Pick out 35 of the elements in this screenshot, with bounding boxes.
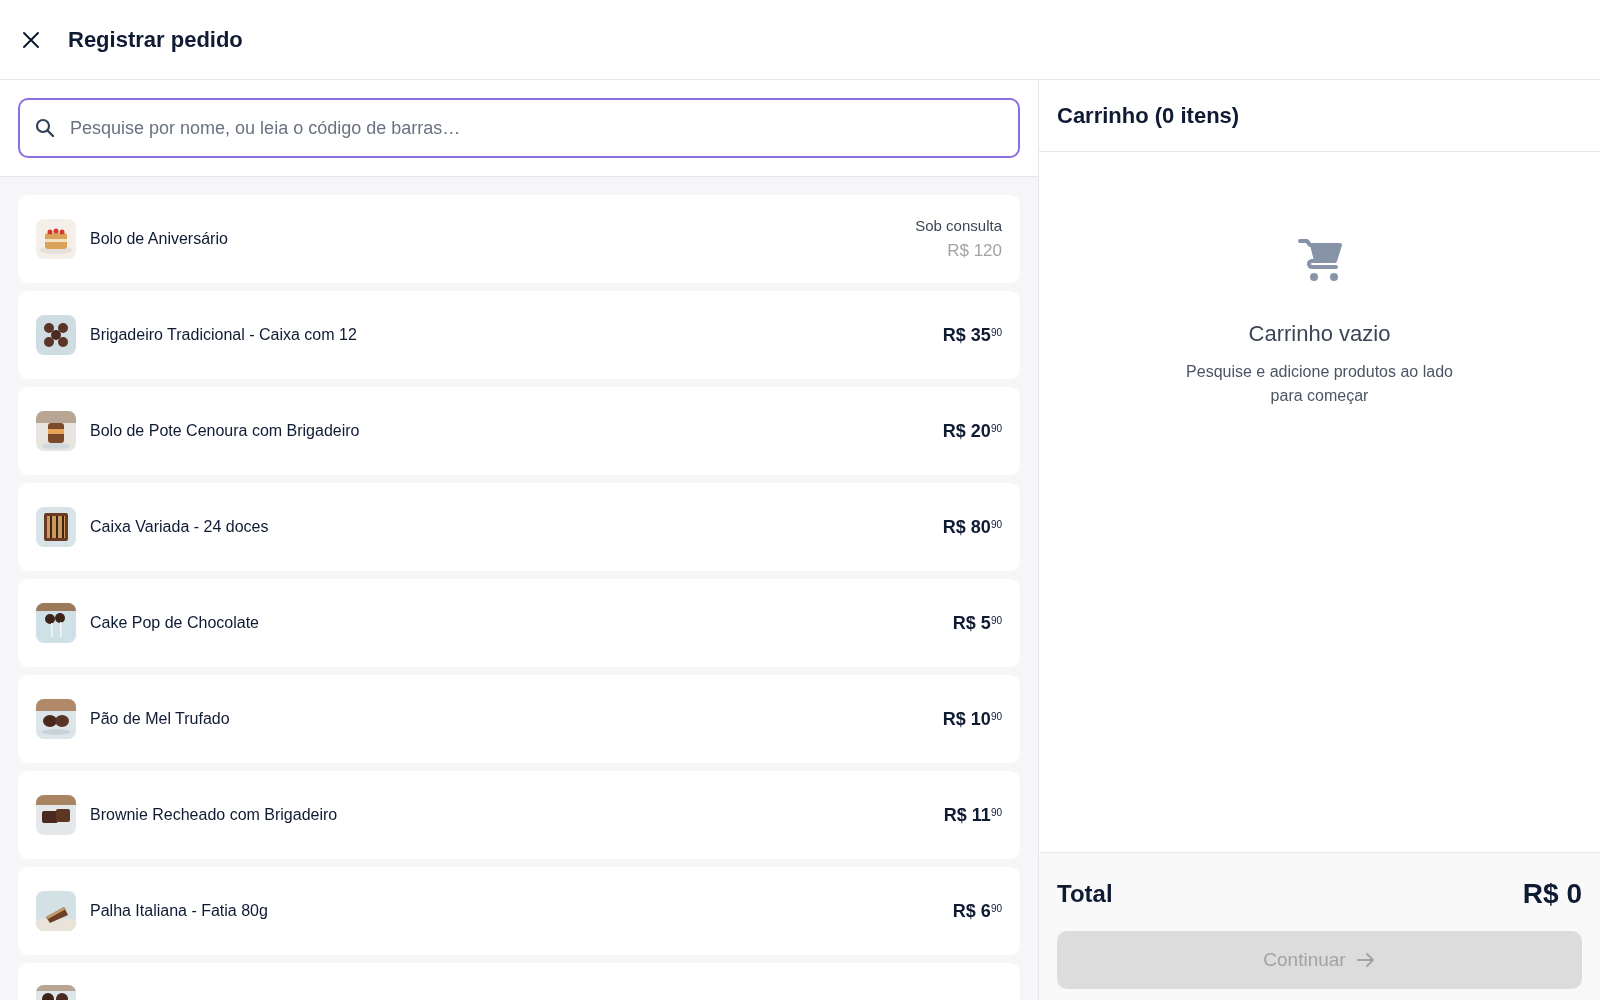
product-price: R$ 10$^{90}$ <box>942 707 1002 731</box>
product-row[interactable]: Brigadeiro Tradicional - Caixa com 12 R$ 35$^{90}$ <box>18 291 1020 379</box>
product-name: Brownie Recheado com Brigadeiro <box>90 805 339 825</box>
page-title: Registrar pedido <box>68 26 243 54</box>
empty-cart-text: Pesquise e adicione produtos ao lado para começar <box>1185 362 1454 406</box>
total-amount: R$ 0 <box>1522 877 1582 911</box>
product-row[interactable]: Brownie Recheado com Brigadeiro R$ 11$^{90}$ <box>18 771 1020 859</box>
product-row[interactable]: Palha Italiana - Fatia 80g R$ 6$^{90}$ <box>18 867 1020 955</box>
product-price: R$ 80$^{90}$ <box>942 515 1002 539</box>
product-row[interactable]: Pão de Mel Trufado R$ 10$^{90}$ <box>18 675 1020 763</box>
search-icon <box>34 117 56 139</box>
arrow-icon <box>1355 952 1376 968</box>
product-price: R$ 35$^{90}$ <box>942 323 1002 347</box>
product-name: Caixa Variada - 24 doces <box>90 517 270 537</box>
product-name: Bolo de Pote Cenoura com Brigadeiro <box>90 421 361 441</box>
product-price: R$ 20$^{90}$ <box>942 419 1002 443</box>
cart-icon <box>1297 237 1342 283</box>
product-row[interactable]: Caixa Variada - 24 doces R$ 80$^{90}$ <box>18 483 1020 571</box>
search-field[interactable]: Pesquise por nome, ou leia o código de barras… <box>18 98 1020 158</box>
product-row[interactable]: Bolo de Pote Cenoura com Brigadeiro R$ 20$^{90}$ <box>18 387 1020 475</box>
price-note: Sob consulta <box>915 216 1002 236</box>
product-name: Cake Pop de Chocolate <box>90 613 260 633</box>
product-name: Pão de Mel Trufado <box>90 709 231 729</box>
product-row[interactable]: Bolo de Aniversário Sob consulta R$ 120 <box>18 195 1020 283</box>
product-row[interactable]: Cake Pop de Chocolate R$ 5$^{90}$ <box>18 579 1020 667</box>
product-price: R$ 120 <box>947 239 1002 262</box>
total-label: Total <box>1057 879 1113 909</box>
product-price: R$ 6$^{90}$ <box>952 899 1002 923</box>
empty-cart-title: Carrinho vazio <box>1248 320 1391 348</box>
product-name: Bolo de Aniversário <box>90 229 229 249</box>
product-price: R$ 11$^{90}$ <box>943 803 1002 827</box>
cart-title: Carrinho (0 itens) <box>1057 102 1240 130</box>
product-name: Brigadeiro Tradicional - Caixa com 12 <box>90 325 358 345</box>
product-price: R$ 5$^{90}$ <box>952 611 1002 635</box>
product-name: Palha Italiana - Fatia 80g <box>90 901 269 921</box>
